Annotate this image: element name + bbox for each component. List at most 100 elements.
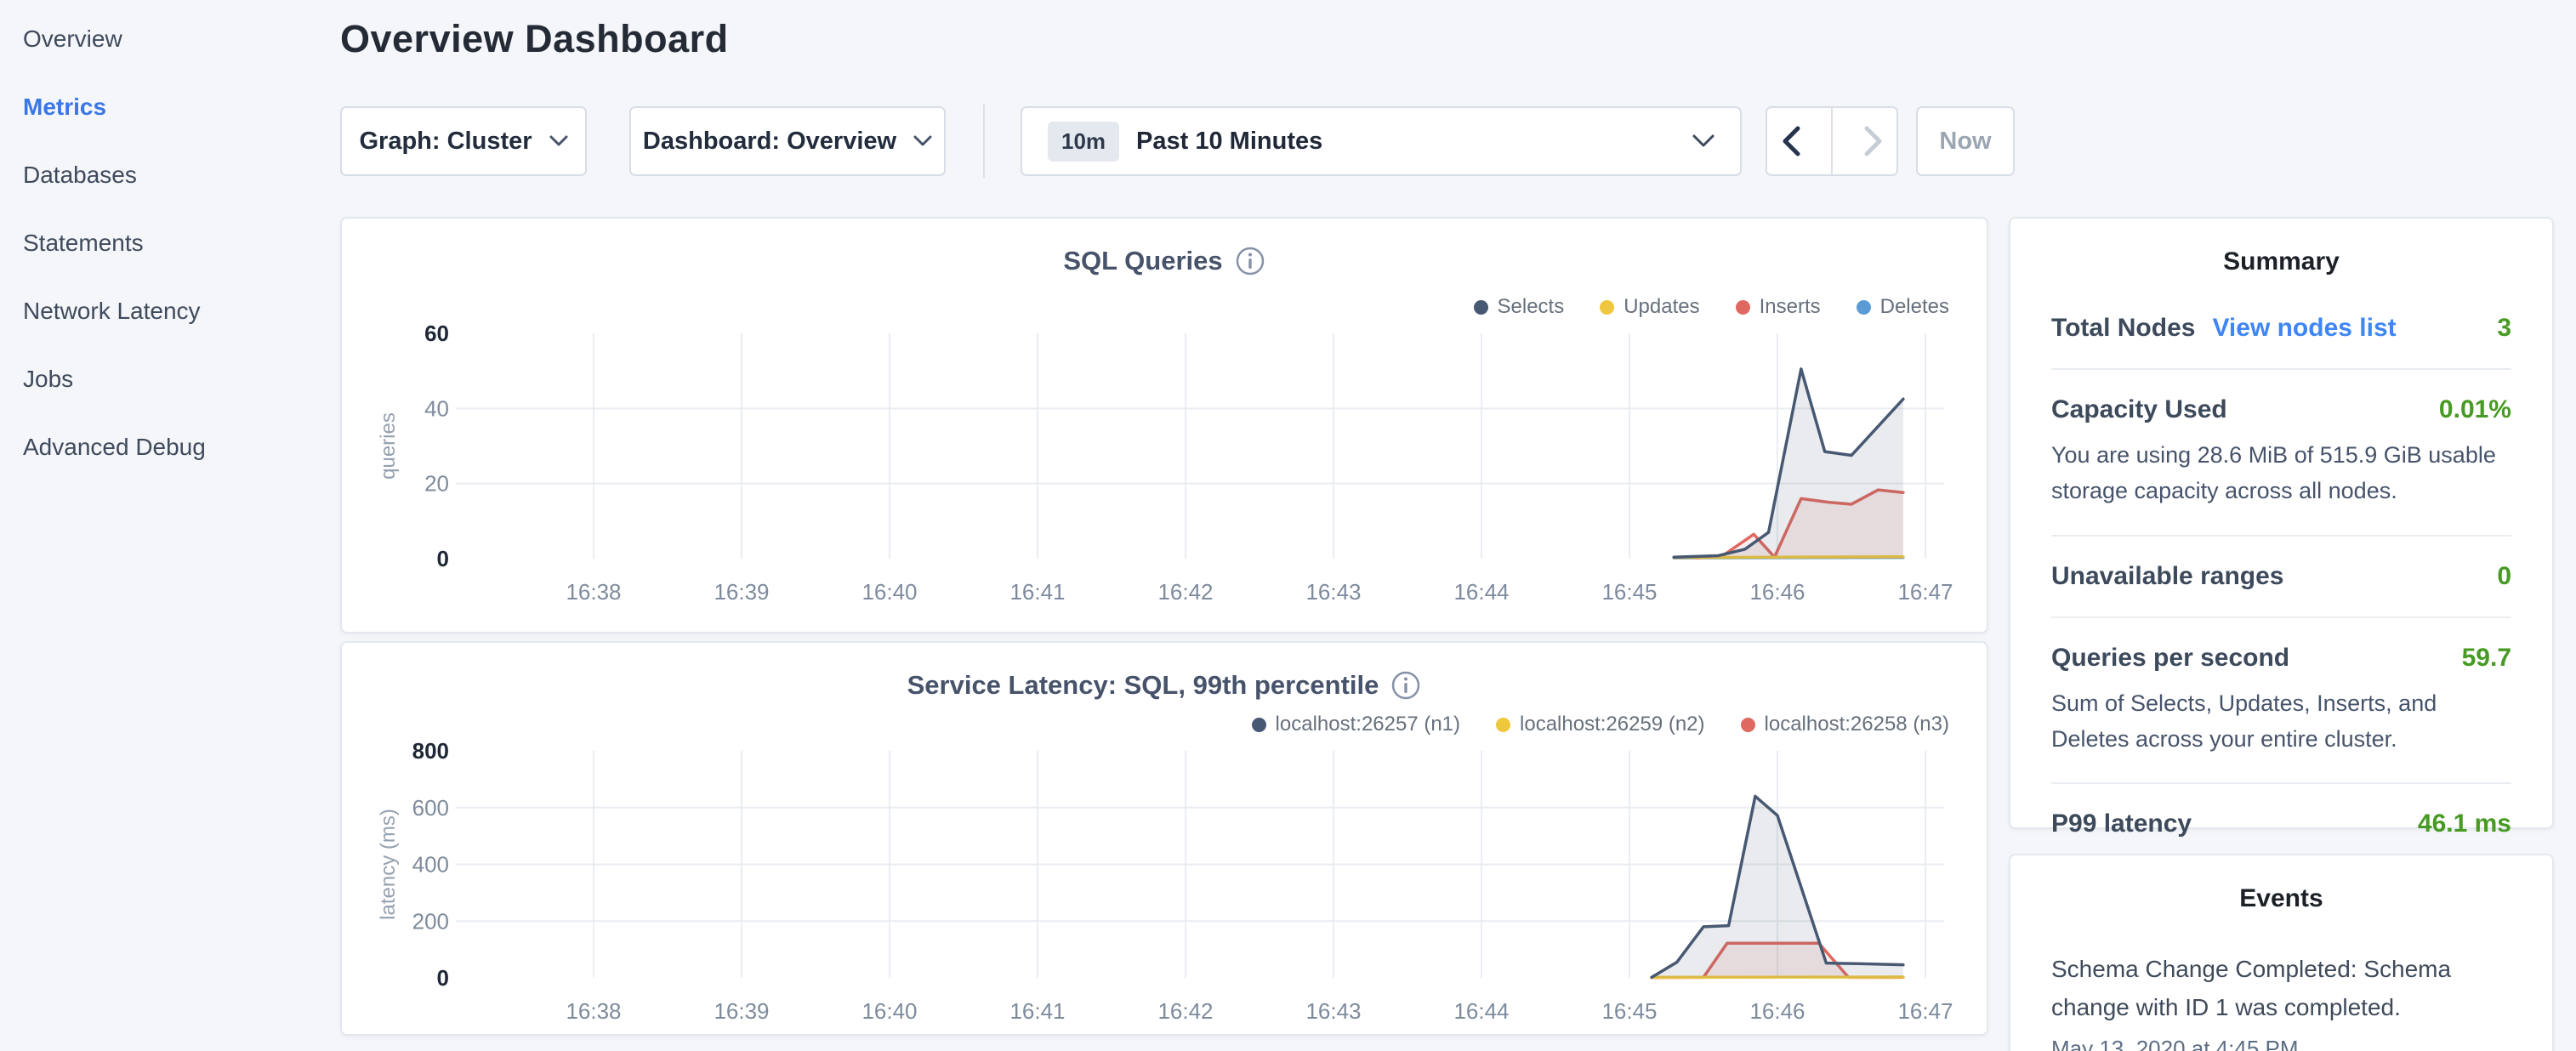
now-button[interactable]: Now <box>1916 106 2015 176</box>
legend-label: Selects <box>1498 295 1565 319</box>
info-icon[interactable] <box>1390 670 1421 701</box>
summary-row-value: 0.01% <box>2439 395 2511 424</box>
svg-text:queries: queries <box>377 412 400 480</box>
svg-text:16:38: 16:38 <box>566 998 621 1024</box>
svg-text:16:39: 16:39 <box>714 579 769 605</box>
divider <box>2051 782 2511 784</box>
svg-text:400: 400 <box>412 852 449 878</box>
summary-row-label: P99 latency <box>2051 810 2192 838</box>
legend-item: localhost:26257 (n1) <box>1252 713 1460 736</box>
chevron-down-icon <box>1692 134 1714 148</box>
legend-label: localhost:26259 (n2) <box>1520 713 1704 736</box>
dashboard-dropdown-label: Dashboard: Overview <box>643 128 896 156</box>
time-range-badge: 10m <box>1048 122 1119 162</box>
legend-item: Deletes <box>1857 295 1949 319</box>
dashboard-dropdown[interactable]: Dashboard: Overview <box>629 106 946 176</box>
legend-item: Selects <box>1474 295 1565 319</box>
time-back-button[interactable] <box>1767 108 1814 174</box>
chart-title-text: Service Latency: SQL, 99th percentile <box>907 670 1379 701</box>
sidebar-item-databases[interactable]: Databases <box>23 145 340 213</box>
controls-divider <box>983 105 985 178</box>
legend-item: localhost:26259 (n2) <box>1496 713 1704 736</box>
svg-text:16:42: 16:42 <box>1157 998 1213 1024</box>
summary-row-label: Unavailable ranges <box>2051 562 2283 591</box>
chart-title: SQL Queries <box>342 246 1987 276</box>
sidebar-item-metrics[interactable]: Metrics <box>23 77 340 145</box>
summary-row-capacity-used: Capacity Used 0.01% <box>2051 395 2511 424</box>
summary-row-label: Total Nodes <box>2051 314 2195 343</box>
legend-label: localhost:26258 (n3) <box>1765 713 1949 736</box>
summary-row-value: 0 <box>2497 562 2511 591</box>
svg-text:16:42: 16:42 <box>1157 579 1213 605</box>
graph-scope-dropdown[interactable]: Graph: Cluster <box>340 106 587 176</box>
svg-text:0: 0 <box>437 546 449 571</box>
summary-row-queries-per-second: Queries per second 59.7 <box>2051 644 2511 673</box>
view-nodes-list-link[interactable]: View nodes list <box>2212 314 2396 343</box>
event-text: Schema Change Completed: Schema change w… <box>2051 951 2511 1027</box>
summary-row-value: 59.7 <box>2462 644 2511 673</box>
svg-text:16:43: 16:43 <box>1305 579 1361 605</box>
time-forward-button[interactable] <box>1850 108 1896 174</box>
summary-row-value: 3 <box>2497 314 2511 343</box>
page-title: Overview Dashboard <box>340 17 729 61</box>
service-latency-chart-card: Service Latency: SQL, 99th percentile lo… <box>340 641 1988 1036</box>
time-range-label: Past 10 Minutes <box>1136 128 1322 156</box>
info-icon[interactable] <box>1235 246 1265 276</box>
summary-row-unavailable-ranges: Unavailable ranges 0 <box>2051 562 2511 591</box>
svg-text:16:44: 16:44 <box>1453 579 1509 605</box>
event-list-item[interactable]: Schema Change Completed: Schema change w… <box>2051 951 2511 1051</box>
summary-row-value: 46.1 ms <box>2418 810 2511 838</box>
svg-text:60: 60 <box>424 321 449 346</box>
chart-title: Service Latency: SQL, 99th percentile <box>342 670 1987 701</box>
legend-label: Updates <box>1624 295 1699 319</box>
svg-text:latency (ms): latency (ms) <box>377 809 400 920</box>
legend-item: Updates <box>1600 295 1699 319</box>
summary-row-description: You are using 28.6 MiB of 515.9 GiB usab… <box>2051 438 2511 509</box>
svg-text:800: 800 <box>412 738 449 764</box>
sql-queries-chart[interactable]: 020406016:3816:3916:4016:4116:4216:4316:… <box>371 321 1970 637</box>
legend-dot <box>1857 300 1871 315</box>
summary-row-label: Queries per second <box>2051 644 2289 673</box>
summary-row-label: Capacity Used <box>2051 395 2227 424</box>
svg-text:16:43: 16:43 <box>1305 998 1361 1024</box>
sidebar-item-advanced-debug[interactable]: Advanced Debug <box>23 417 340 485</box>
sidebar-item-network-latency[interactable]: Network Latency <box>23 281 340 349</box>
svg-text:16:41: 16:41 <box>1009 579 1065 605</box>
sidebar: Overview Metrics Databases Statements Ne… <box>0 0 340 485</box>
sidebar-item-overview[interactable]: Overview <box>23 9 340 77</box>
service-latency-chart[interactable]: 020040060080016:3816:3916:4016:4116:4216… <box>371 736 1970 1051</box>
svg-text:16:46: 16:46 <box>1749 998 1805 1024</box>
svg-text:16:46: 16:46 <box>1749 579 1805 605</box>
chart-legend: SelectsUpdatesInsertsDeletes <box>1474 295 1950 319</box>
time-pager <box>1766 106 1898 176</box>
svg-text:16:47: 16:47 <box>1897 998 1953 1024</box>
svg-text:16:40: 16:40 <box>862 579 917 605</box>
chart-legend: localhost:26257 (n1) localhost:26259 (n2)… <box>1252 713 1949 736</box>
summary-title: Summary <box>2051 247 2511 276</box>
time-range-selector[interactable]: 10m Past 10 Minutes <box>1021 106 1742 176</box>
legend-label: Deletes <box>1880 295 1949 319</box>
pager-divider <box>1831 108 1833 174</box>
svg-text:16:40: 16:40 <box>862 998 917 1024</box>
legend-label: localhost:26257 (n1) <box>1276 713 1460 736</box>
divider <box>2051 535 2511 537</box>
events-title: Events <box>2051 884 2511 913</box>
svg-text:16:39: 16:39 <box>714 998 769 1024</box>
sidebar-item-statements[interactable]: Statements <box>23 213 340 281</box>
sidebar-item-jobs[interactable]: Jobs <box>23 349 340 417</box>
summary-row-total-nodes: Total Nodes View nodes list 3 <box>2051 314 2511 343</box>
summary-row-p99-latency: P99 latency 46.1 ms <box>2051 810 2511 838</box>
chevron-left-icon <box>1782 126 1800 156</box>
summary-row-description: Sum of Selects, Updates, Inserts, and De… <box>2051 686 2511 758</box>
svg-text:0: 0 <box>437 965 449 991</box>
divider <box>2051 616 2511 618</box>
legend-dot <box>1736 300 1750 315</box>
svg-text:16:38: 16:38 <box>566 579 621 605</box>
legend-dot <box>1600 300 1614 315</box>
chevron-right-icon <box>1864 126 1883 156</box>
svg-text:16:41: 16:41 <box>1009 998 1065 1024</box>
svg-text:16:45: 16:45 <box>1601 579 1657 605</box>
chart-title-text: SQL Queries <box>1063 246 1222 276</box>
legend-item: localhost:26258 (n3) <box>1741 713 1949 736</box>
legend-dot <box>1496 718 1510 732</box>
